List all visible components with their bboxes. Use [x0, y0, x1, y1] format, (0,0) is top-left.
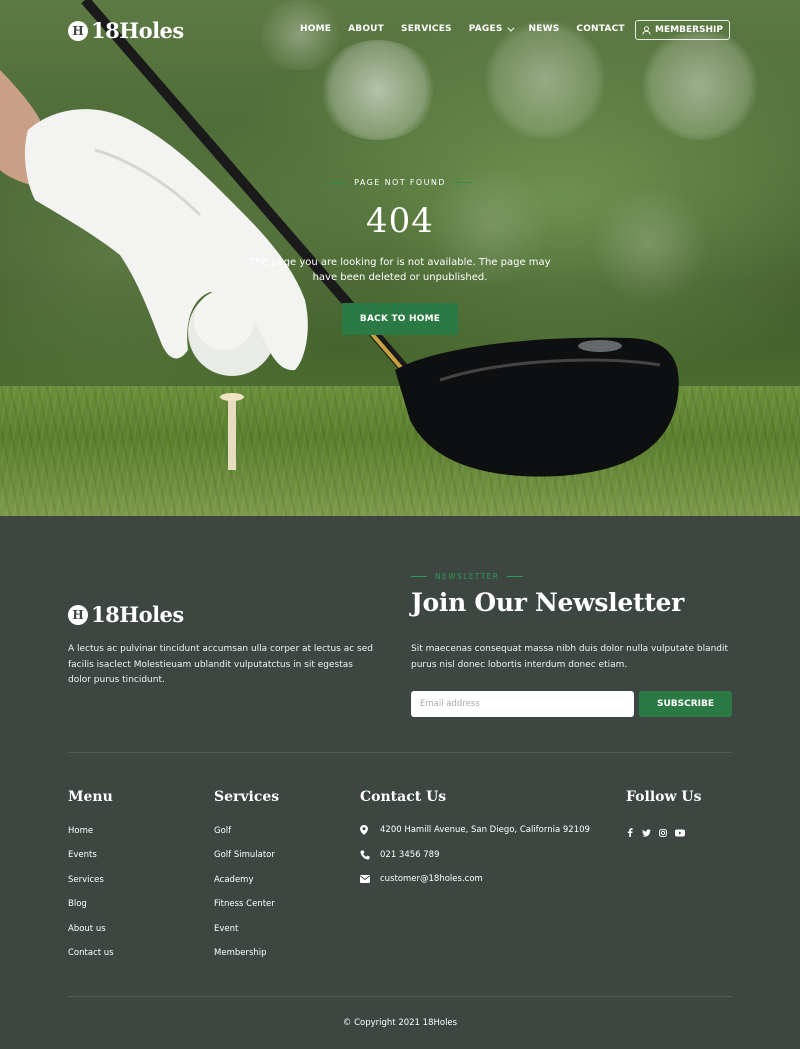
logo-text: 18Holes [91, 602, 184, 627]
menu-link-contact-us[interactable]: Contact us [68, 948, 114, 972]
site-logo[interactable]: H 18Holes [68, 18, 184, 43]
contact-phone-row: 021 3456 789 [360, 850, 439, 860]
contact-email[interactable]: customer@18holes.com [380, 874, 483, 884]
newsletter-eyebrow: NEWSLETTER [411, 572, 524, 581]
footer-divider [68, 752, 732, 753]
nav-contact-label: CONTACT [576, 24, 625, 34]
menu-link-services[interactable]: Services [68, 875, 114, 899]
copyright-text: © Copyright 2021 18Holes [342, 1018, 458, 1028]
contact-column-title: Contact Us [360, 789, 447, 805]
footer-about-text: A lectus ac pulvinar tincidunt accumsan … [68, 644, 373, 685]
footer-logo[interactable]: H 18Holes [68, 602, 184, 627]
service-link-membership[interactable]: Membership [214, 948, 275, 972]
logo-text: 18Holes [91, 18, 184, 43]
menu-links: Home Events Services Blog About us Conta… [68, 826, 114, 972]
nav-pages[interactable]: PAGES [468, 24, 514, 34]
menu-link-events[interactable]: Events [68, 850, 114, 874]
back-to-home-button[interactable]: BACK TO HOME [341, 303, 459, 335]
site-footer: H 18Holes A lectus ac pulvinar tincidunt… [0, 516, 800, 1049]
contact-address-row: 4200 Hamill Avenue, San Diego, Californi… [360, 825, 590, 835]
service-link-golf[interactable]: Golf [214, 826, 275, 850]
eyebrow-line [411, 576, 427, 577]
nav-home[interactable]: HOME [300, 24, 331, 34]
nav-contact[interactable]: CONTACT [576, 24, 624, 34]
contact-phone[interactable]: 021 3456 789 [380, 850, 439, 860]
chevron-down-icon [506, 24, 514, 32]
error-code: 404 [366, 201, 434, 241]
page-not-found-eyebrow: PAGE NOT FOUND [328, 178, 472, 187]
envelope-icon [360, 875, 380, 883]
newsletter-text: Sit maecenas consequat massa nibh duis d… [411, 644, 729, 670]
twitter-icon[interactable] [642, 822, 651, 841]
nav-services-label: SERVICES [401, 24, 452, 34]
contact-email-row: customer@18holes.com [360, 874, 483, 884]
main-menu: HOME ABOUT SERVICES PAGES NEWS CONTACT [300, 24, 642, 34]
eyebrow-text: PAGE NOT FOUND [354, 178, 446, 187]
newsletter-title: Join Our Newsletter [411, 588, 684, 617]
eyebrow-line [507, 576, 524, 577]
youtube-icon[interactable] [675, 822, 685, 841]
menu-column-title: Menu [68, 789, 113, 805]
logo-badge-icon: H [68, 604, 88, 625]
facebook-icon[interactable] [626, 822, 634, 841]
instagram-icon[interactable] [659, 822, 667, 841]
services-column-title: Services [214, 789, 280, 805]
subscribe-button[interactable]: SUBSCRIBE [639, 691, 732, 717]
nav-about-label: ABOUT [348, 24, 385, 34]
hero-section: H 18Holes HOME ABOUT SERVICES PAGES NEWS… [0, 0, 800, 516]
membership-button[interactable]: MEMBERSHIP [635, 20, 730, 40]
nav-news[interactable]: NEWS [529, 24, 560, 34]
menu-link-home[interactable]: Home [68, 826, 114, 850]
newsletter-eyebrow-text: NEWSLETTER [435, 572, 500, 581]
menu-link-blog[interactable]: Blog [68, 899, 114, 923]
contact-address: 4200 Hamill Avenue, San Diego, Californi… [380, 825, 590, 835]
not-found-panel: PAGE NOT FOUND 404 The page you are look… [0, 168, 800, 335]
nav-home-label: HOME [300, 24, 332, 34]
menu-link-about-us[interactable]: About us [68, 924, 114, 948]
nav-news-label: NEWS [528, 24, 560, 34]
service-link-academy[interactable]: Academy [214, 875, 275, 899]
service-link-event[interactable]: Event [214, 924, 275, 948]
user-icon [642, 25, 651, 35]
top-navigation: H 18Holes HOME ABOUT SERVICES PAGES NEWS… [0, 0, 800, 60]
error-description: The page you are looking for is not avai… [249, 257, 551, 283]
footer-bottom-divider [68, 996, 732, 997]
follow-column-title: Follow Us [626, 789, 702, 805]
eyebrow-line [453, 182, 472, 183]
social-links [626, 822, 685, 841]
membership-label: MEMBERSHIP [655, 25, 723, 35]
eyebrow-line [328, 182, 347, 183]
service-link-golf-simulator[interactable]: Golf Simulator [214, 850, 275, 874]
nav-about[interactable]: ABOUT [348, 24, 384, 34]
phone-icon [360, 850, 380, 860]
newsletter-email-input[interactable] [411, 691, 634, 717]
nav-pages-label: PAGES [468, 24, 503, 34]
logo-badge-icon: H [68, 20, 88, 41]
map-marker-icon [360, 825, 380, 835]
nav-services[interactable]: SERVICES [401, 24, 452, 34]
services-links: Golf Golf Simulator Academy Fitness Cent… [214, 826, 275, 972]
service-link-fitness-center[interactable]: Fitness Center [214, 899, 275, 923]
